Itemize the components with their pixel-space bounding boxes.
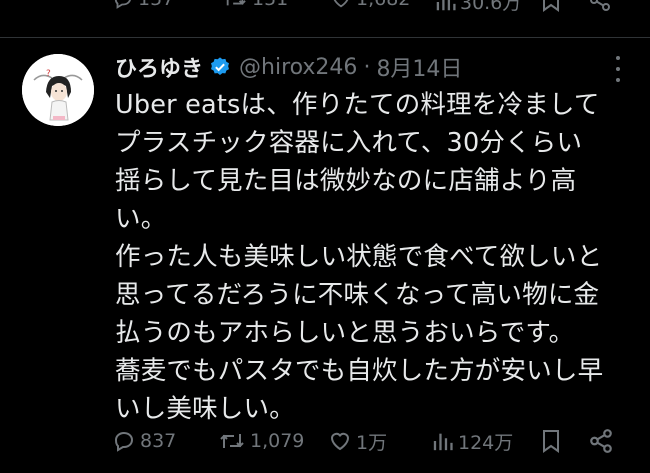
like-icon xyxy=(328,429,352,453)
author-name[interactable]: ひろゆき xyxy=(115,51,203,83)
tweet-line: Uber eatsは、作りたての料理を冷まして xyxy=(115,90,600,120)
tweet-date[interactable]: 8月14日 xyxy=(376,51,462,83)
views-count: 124万 xyxy=(458,431,514,454)
prev-reply-button[interactable]: 157 xyxy=(112,0,174,10)
tweet-line: プラスチック容器に入れて、30分くらい xyxy=(115,128,583,158)
header-separator: · xyxy=(363,54,371,80)
like-icon xyxy=(330,0,352,10)
tweet-line: いし美味しい。 xyxy=(115,394,295,424)
retweet-button[interactable]: 1,079 xyxy=(218,424,304,458)
avatar[interactable]: ? xyxy=(22,54,94,126)
prev-retweet-button[interactable]: 151 xyxy=(222,0,288,10)
bookmark-icon xyxy=(540,428,562,454)
views-icon xyxy=(434,0,456,13)
prev-retweet-count: 151 xyxy=(252,0,288,10)
tweet-page: 157 151 1,682 30.6万 xyxy=(0,0,650,473)
more-icon[interactable] xyxy=(614,56,622,82)
retweet-icon xyxy=(218,429,246,453)
prev-like-count: 1,682 xyxy=(356,0,410,10)
reply-icon xyxy=(112,429,136,453)
prev-bookmark-button[interactable] xyxy=(540,0,562,12)
author-handle[interactable]: @hirox246 xyxy=(239,55,357,80)
tweet-header: ひろゆき @hirox246 · 8月14日 xyxy=(115,50,462,84)
tweet-line: 払うのもアホらしいと思うおいらです。 xyxy=(115,318,575,348)
tweet-divider xyxy=(0,37,650,38)
share-button[interactable] xyxy=(588,424,614,458)
retweet-icon xyxy=(222,0,248,10)
reply-button[interactable]: 837 xyxy=(112,424,176,458)
tweet-line: 思ってるだろうに不味くなって高い物に金 xyxy=(115,280,600,310)
views-button[interactable]: 124万 xyxy=(432,424,513,458)
tweet-text: Uber eatsは、作りたての料理を冷まして プラスチック容器に入れて、30分… xyxy=(115,86,625,428)
retweet-count: 1,079 xyxy=(250,430,305,452)
svg-text:?: ? xyxy=(46,69,51,79)
views-icon xyxy=(432,430,454,452)
tweet-line: い。 xyxy=(115,204,167,234)
share-icon xyxy=(588,428,614,454)
tweet-line: 作った人も美味しい状態で食べて欲しいと xyxy=(115,242,603,272)
prev-reply-count: 157 xyxy=(138,0,174,10)
like-count: 1万 xyxy=(356,431,388,454)
tweet-actions: 837 1,079 1万 124万 xyxy=(0,424,650,458)
bookmark-icon xyxy=(540,0,562,12)
prev-views-count: 30.6万 xyxy=(460,0,522,14)
tweet-line: 揺らして見た目は微妙なのに店舗より高 xyxy=(115,166,577,196)
reply-icon xyxy=(112,0,134,10)
bookmark-button[interactable] xyxy=(540,424,562,458)
verified-badge-icon xyxy=(209,56,231,78)
prev-share-button[interactable] xyxy=(588,0,612,12)
prev-views-button[interactable]: 30.6万 xyxy=(434,0,521,15)
prev-like-button[interactable]: 1,682 xyxy=(330,0,410,10)
share-icon xyxy=(588,0,612,12)
reply-count: 837 xyxy=(140,430,177,452)
tweet-line: 蕎麦でもパスタでも自炊した方が安いし早 xyxy=(115,356,604,386)
like-button[interactable]: 1万 xyxy=(328,424,387,458)
previous-tweet-actions: 157 151 1,682 30.6万 xyxy=(0,0,650,18)
